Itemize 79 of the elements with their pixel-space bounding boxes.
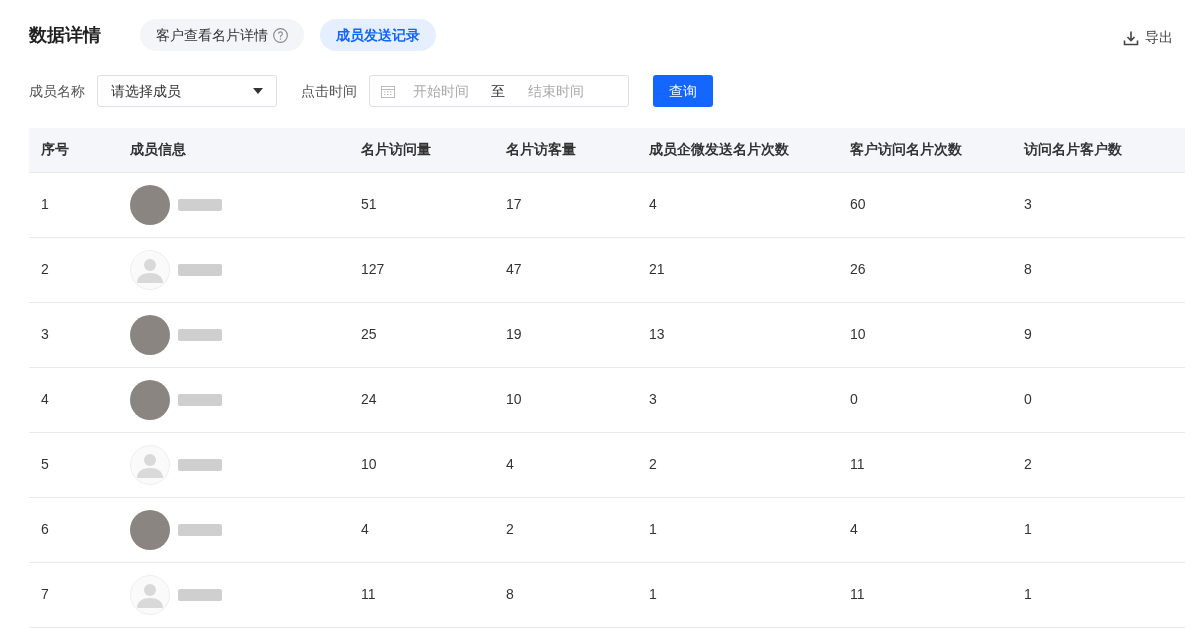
table-cell: 4: [361, 521, 369, 537]
table-cell: 17: [506, 196, 522, 212]
column-header: 成员信息: [130, 141, 186, 158]
redacted-name: [178, 588, 222, 601]
column-header: 序号: [41, 141, 69, 158]
table-cell: 4: [41, 391, 49, 407]
column-header: 访问名片客户数: [1024, 141, 1122, 158]
table-cell: 0: [1024, 391, 1032, 407]
table-cell: 0: [850, 391, 858, 407]
table-cell: 13: [649, 326, 665, 342]
redacted-name: [178, 328, 222, 341]
table-cell: 9: [1024, 326, 1032, 342]
table-cell: 1: [649, 586, 657, 602]
avatar-photo-placeholder: [130, 314, 170, 355]
table-cell: 3: [41, 326, 49, 342]
table-cell: 127: [361, 261, 385, 277]
table-cell: 8: [506, 586, 514, 602]
table-cell: 2: [1024, 456, 1032, 472]
date-range-field[interactable]: 开始时间 至 结束时间: [369, 75, 629, 107]
table-cell: 19: [506, 326, 522, 342]
avatar-photo-placeholder: [130, 379, 170, 420]
table-cell: 4: [850, 521, 858, 537]
start-date-input[interactable]: 开始时间: [413, 80, 485, 102]
member-select[interactable]: 请选择成员: [97, 75, 277, 107]
table-cell: 25: [361, 326, 377, 342]
default-avatar-icon: [130, 574, 170, 615]
default-avatar-icon: [130, 249, 170, 290]
download-icon: [1123, 29, 1139, 46]
table-cell: 3: [1024, 196, 1032, 212]
calendar-icon: [381, 84, 395, 98]
avatar-photo-placeholder: [130, 509, 170, 550]
column-header: 名片访客量: [506, 141, 576, 158]
table-cell: 51: [361, 196, 377, 212]
table-cell: 10: [506, 391, 522, 407]
table-cell: 1: [1024, 586, 1032, 602]
table-cell: 24: [361, 391, 377, 407]
caret-down-icon: [253, 88, 263, 94]
table-cell: 10: [850, 326, 866, 342]
redacted-name: [178, 393, 222, 406]
export-button[interactable]: 导出: [1123, 27, 1173, 48]
table-cell: 5: [41, 456, 49, 472]
table-cell: 47: [506, 261, 522, 277]
table-cell: 21: [649, 261, 665, 277]
page-title: 数据详情: [29, 26, 102, 44]
table-cell: 1: [649, 521, 657, 537]
column-header: 客户访问名片次数: [850, 141, 962, 158]
redacted-name: [178, 198, 222, 211]
table-cell: 11: [850, 586, 865, 602]
table-cell: 1: [1024, 521, 1032, 537]
table-cell: 11: [361, 586, 376, 602]
help-icon[interactable]: [273, 27, 288, 43]
query-button[interactable]: 查询: [653, 75, 713, 107]
column-header: 成员企微发送名片次数: [649, 141, 789, 158]
avatar-photo-placeholder: [130, 184, 170, 225]
table-cell: 60: [850, 196, 866, 212]
table-cell: 8: [1024, 261, 1032, 277]
table-cell: 26: [850, 261, 866, 277]
end-date-input[interactable]: 结束时间: [528, 80, 600, 102]
table-cell: 11: [850, 456, 865, 472]
redacted-name: [178, 263, 222, 276]
default-avatar-icon: [130, 444, 170, 485]
table-cell: 7: [41, 586, 49, 602]
range-separator: 至: [491, 81, 505, 101]
filter-label: 点击时间: [301, 81, 358, 101]
table-cell: 2: [506, 521, 514, 537]
table-cell: 2: [41, 261, 49, 277]
table-cell: 3: [649, 391, 657, 407]
filter-label: 成员名称: [29, 81, 86, 101]
table-cell: 4: [506, 456, 514, 472]
redacted-name: [178, 523, 222, 536]
tab[interactable]: 成员发送记录: [320, 19, 436, 51]
tab[interactable]: 客户查看名片详情: [140, 19, 304, 51]
redacted-name: [178, 458, 222, 471]
table-cell: 6: [41, 521, 49, 537]
column-header: 名片访问量: [361, 141, 431, 158]
table-cell: 4: [649, 196, 657, 212]
table-cell: 1: [41, 196, 49, 212]
table-cell: 10: [361, 456, 377, 472]
table-cell: 2: [649, 456, 657, 472]
